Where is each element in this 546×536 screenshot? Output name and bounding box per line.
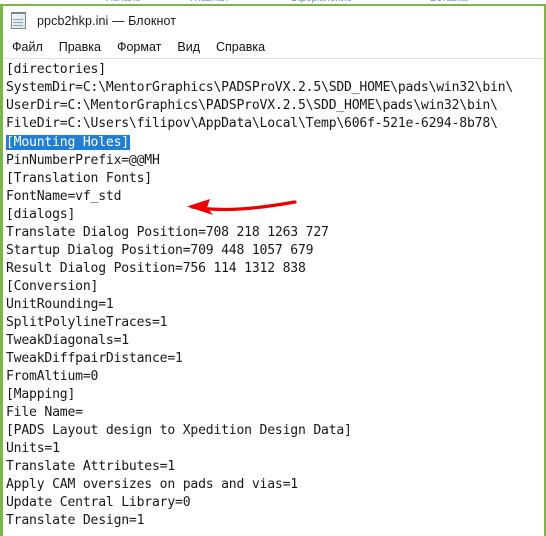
text-line: [directories] — [6, 62, 106, 77]
text-line: [Translation Fonts] — [6, 171, 152, 186]
text-line: [Mapping] — [6, 387, 76, 402]
text-line: Result Dialog Position=756 114 1312 838 — [6, 261, 306, 276]
text-line: [dialogs] — [6, 207, 76, 222]
text-line: SystemDir=C:\MentorGraphics\PADSProVX.2.… — [6, 80, 514, 95]
text-line: TweakDiagonals=1 — [6, 333, 129, 348]
notepad-icon — [10, 11, 28, 30]
text-line: SplitPolylineTraces=1 — [6, 315, 168, 330]
text-line: TweakDiffpairDistance=1 — [6, 351, 183, 366]
text-line: [PADS Layout design to Xpedition Design … — [6, 423, 352, 438]
text-line: Apply CAM oversizes on pads and vias=1 — [6, 477, 298, 492]
text-line: UserDir=C:\MentorGraphics\PADSProVX.2.5\… — [6, 98, 498, 113]
notepad-window: ppcb2hkp.ini — Блокнот Файл Правка Форма… — [0, 5, 546, 536]
text-line: Translate Dialog Position=708 218 1263 7… — [6, 225, 329, 240]
menu-item-format[interactable]: Формат — [117, 40, 161, 54]
text-line: UnitRounding=1 — [6, 297, 114, 312]
text-line: PinNumberPrefix=@@MH — [6, 153, 160, 168]
screenshot-root: Начало Главная Оформление Вставка ppcb2h… — [0, 0, 546, 536]
text-line: Units=1 — [6, 441, 60, 456]
selection-highlight: [Mounting Holes] — [6, 135, 130, 150]
menu-item-file[interactable]: Файл — [12, 40, 43, 54]
text-line: FromAltium=0 — [6, 369, 99, 384]
text-line: Translate Design=1 — [6, 513, 145, 528]
menu-item-edit[interactable]: Правка — [59, 40, 101, 54]
text-line: FileDir=C:\Users\filipov\AppData\Local\T… — [6, 116, 498, 131]
text-line: Translate Attributes=1 — [6, 459, 176, 474]
menu-bar: Файл Правка Формат Вид Справка — [3, 35, 544, 58]
text-editor-area[interactable]: [directories] SystemDir=C:\MentorGraphic… — [3, 59, 544, 535]
text-line: [Conversion] — [6, 279, 99, 294]
menu-item-help[interactable]: Справка — [216, 40, 265, 54]
text-line: File Name= — [6, 405, 83, 420]
text-line: FontName=vf_std — [6, 189, 122, 204]
menu-item-view[interactable]: Вид — [177, 40, 200, 54]
window-title: ppcb2hkp.ini — Блокнот — [37, 13, 177, 28]
text-line: Startup Dialog Position=709 448 1057 679 — [6, 243, 314, 258]
title-bar[interactable]: ppcb2hkp.ini — Блокнот — [3, 6, 544, 35]
text-line: Update Central Library=0 — [6, 495, 191, 510]
text-line-selected: [Mounting Holes] — [6, 134, 130, 152]
